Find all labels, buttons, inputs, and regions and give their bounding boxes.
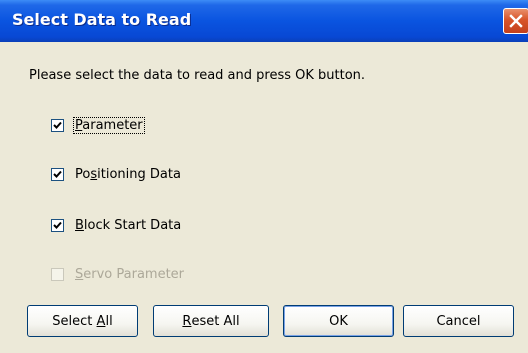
select-all-button[interactable]: Select All	[27, 305, 138, 337]
title-bar[interactable]: Select Data to Read	[0, 0, 528, 42]
checkbox-box[interactable]	[51, 118, 64, 132]
checkbox-label: Servo Parameter	[75, 266, 185, 282]
dialog-body: Please select the data to read and press…	[0, 42, 528, 353]
close-icon	[509, 14, 523, 28]
reset-all-button[interactable]: Reset All	[153, 305, 269, 337]
checkmark-icon	[53, 121, 62, 129]
parameter-checkbox[interactable]: Parameter	[51, 116, 145, 134]
checkbox-label: Block Start Data	[75, 217, 182, 233]
positioning-data-checkbox[interactable]: Positioning Data	[51, 166, 182, 182]
checkbox-box	[51, 267, 64, 281]
checkbox-label: Parameter	[73, 116, 145, 134]
checkbox-box[interactable]	[51, 167, 64, 181]
cancel-button[interactable]: Cancel	[403, 305, 514, 337]
checkbox-label: Positioning Data	[75, 166, 181, 182]
window-title: Select Data to Read	[12, 10, 192, 29]
instruction-text: Please select the data to read and press…	[29, 68, 366, 83]
checkmark-icon	[53, 170, 62, 178]
servo-parameter-checkbox: Servo Parameter	[51, 266, 185, 282]
block-start-data-checkbox[interactable]: Block Start Data	[51, 217, 182, 233]
ok-button[interactable]: OK	[283, 305, 394, 337]
close-button[interactable]	[503, 8, 528, 34]
checkmark-icon	[53, 221, 62, 229]
checkbox-box[interactable]	[51, 218, 64, 232]
